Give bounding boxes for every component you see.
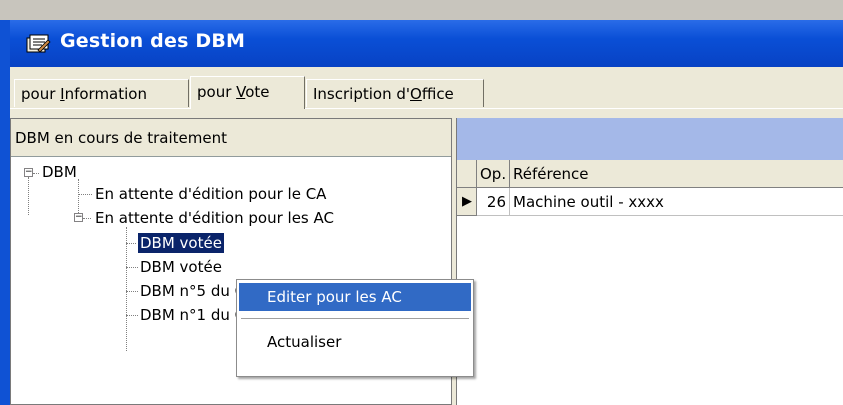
tab-divider: [10, 108, 843, 109]
title-bar[interactable]: Gestion des DBM: [10, 20, 843, 67]
grid-corner: [457, 160, 477, 188]
tree-node-attente-ca[interactable]: En attente d'édition pour le CA: [95, 184, 326, 204]
app-icon: [24, 32, 52, 56]
tree-connector: [126, 315, 138, 316]
grid-pane: Op. Référence ▶ 26 Machine outil - xxxx: [456, 118, 843, 405]
tree-connector: [126, 291, 138, 292]
collapse-icon[interactable]: −: [74, 213, 83, 222]
tree-node-attente-ac[interactable]: En attente d'édition pour les AC: [95, 208, 334, 228]
grid-caption-band: [457, 118, 843, 160]
desktop-strip: [0, 0, 843, 20]
tree-connector: [33, 173, 39, 174]
table-cell-reference[interactable]: Machine outil - xxxx: [510, 188, 843, 216]
window-border: [0, 20, 10, 405]
tree-header: DBM en cours de traitement: [11, 119, 451, 157]
tree-connector: [28, 177, 29, 215]
table-cell-op[interactable]: 26: [477, 188, 510, 216]
menu-separator: [241, 318, 469, 319]
tab-inscription-accel: O: [410, 85, 422, 103]
tab-information[interactable]: pour Information: [14, 79, 189, 107]
tab-vote[interactable]: pour Vote: [190, 76, 305, 109]
tree-connector: [83, 218, 91, 219]
row-indicator-icon[interactable]: ▶: [457, 188, 477, 216]
menu-item-actualiser[interactable]: Actualiser: [239, 328, 471, 356]
column-header-reference[interactable]: Référence: [510, 160, 843, 188]
collapse-icon[interactable]: −: [24, 168, 33, 177]
data-grid[interactable]: Op. Référence ▶ 26 Machine outil - xxxx: [457, 160, 843, 405]
tree-connector: [126, 227, 127, 351]
window: Gestion des DBM pour Information pour Vo…: [0, 0, 843, 405]
column-header-op[interactable]: Op.: [477, 160, 510, 188]
tab-inscription-prefix: Inscription d': [313, 85, 410, 103]
tab-inscription-office[interactable]: Inscription d'Office: [306, 79, 484, 107]
tree-node-dbm-votee-selected[interactable]: DBM votée: [137, 232, 225, 254]
tree-node-dbm[interactable]: DBM: [42, 162, 77, 182]
tab-vote-prefix: pour: [197, 83, 237, 101]
tab-vote-suffix: ote: [245, 83, 270, 101]
tab-vote-accel: V: [236, 83, 246, 101]
menu-item-editer-ac[interactable]: Editer pour les AC: [239, 283, 471, 311]
tree-connector: [126, 243, 138, 244]
window-title: Gestion des DBM: [60, 30, 246, 52]
tab-information-suffix: nformation: [64, 85, 147, 103]
tab-information-prefix: pour: [21, 85, 61, 103]
tree-node-dbm-votee-2[interactable]: DBM votée: [140, 257, 222, 277]
tree-connector: [126, 267, 138, 268]
tab-bar: pour Information pour Vote Inscription d…: [10, 67, 843, 117]
tree-connector: [78, 194, 92, 195]
tab-inscription-suffix: ffice: [421, 85, 454, 103]
context-menu: Editer pour les AC Actualiser: [236, 279, 474, 377]
